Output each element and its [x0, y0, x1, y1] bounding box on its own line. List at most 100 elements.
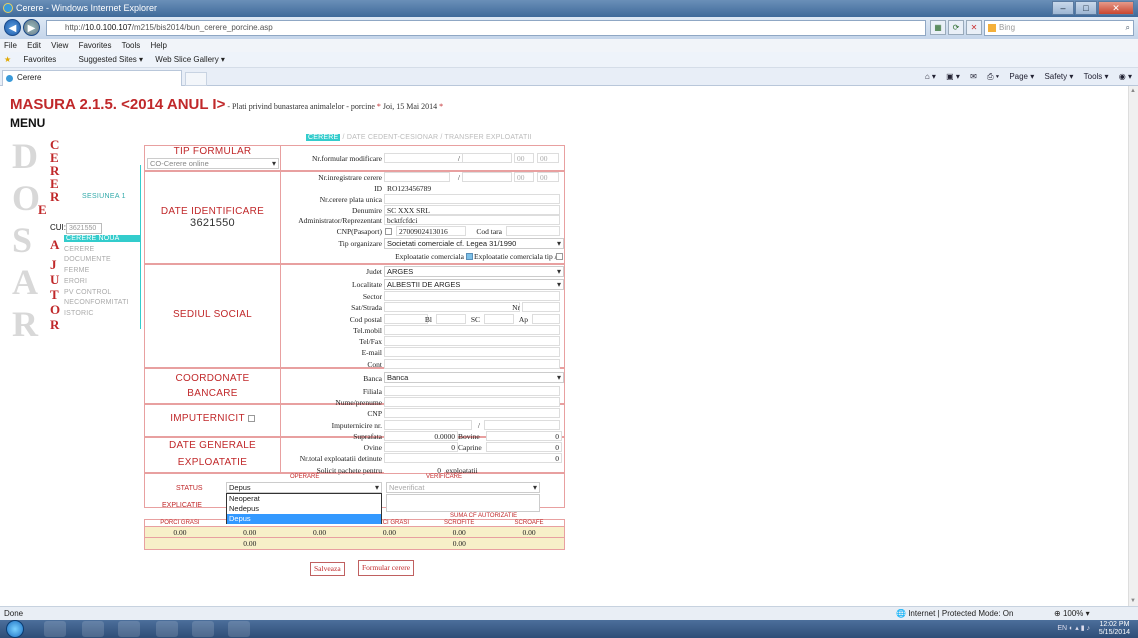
localitate-select[interactable]: ALBESTII DE ARGES [384, 279, 564, 290]
time-mm[interactable]: 00 [537, 153, 559, 163]
start-button[interactable] [6, 620, 24, 638]
cmd-page[interactable]: Page ▾ [1009, 72, 1034, 81]
sidebar-item-cerere[interactable]: CERERE [64, 246, 94, 253]
address-input[interactable]: http://10.0.100.107/m215/bis2014/bun_cer… [46, 20, 926, 36]
imputernicire-nr-input[interactable] [384, 420, 472, 430]
page-scrollbar[interactable] [1128, 86, 1138, 606]
dropdown-option-selected[interactable]: Depus [227, 514, 381, 524]
taskbar-media-icon[interactable] [118, 621, 140, 637]
menu-help[interactable]: Help [151, 41, 167, 50]
imputernicit-nume-input[interactable] [384, 397, 560, 407]
cod-tara-input[interactable] [506, 226, 560, 236]
status-select[interactable]: Depus [226, 482, 382, 493]
tab-cerere-form[interactable]: CERERE [306, 134, 341, 141]
sidebar-item-erori[interactable]: ERORI [64, 278, 87, 285]
dropdown-option[interactable]: Neoperat [227, 494, 381, 504]
verificare-select[interactable]: Neverificat [386, 482, 540, 493]
cnp-input[interactable]: 2700902413016 [396, 226, 466, 236]
favorites-button[interactable]: ★ Favorites [4, 55, 66, 64]
banca-select[interactable]: Banca [384, 372, 564, 383]
home-icon[interactable]: ⌂ ▾ [925, 72, 936, 81]
bl-input[interactable] [436, 314, 466, 324]
fav-web-slice-gallery[interactable]: Web Slice Gallery ▾ [155, 55, 225, 64]
tip-organizare-select[interactable]: Societati comerciale cf. Legea 31/1990 [384, 238, 564, 249]
bovine-input[interactable]: 0 [486, 431, 562, 441]
cmd-safety[interactable]: Safety ▾ [1044, 72, 1073, 81]
imputernicire-date-input[interactable] [484, 420, 560, 430]
tab-cerere[interactable]: Cerere [2, 70, 182, 86]
menu-edit[interactable]: Edit [27, 41, 41, 50]
stop-icon[interactable]: ✕ [966, 20, 982, 35]
tip-formular-select[interactable]: CO-Cerere online [147, 158, 279, 169]
nr-formular-date[interactable] [462, 153, 512, 163]
system-tray[interactable]: EN ◐ ▴ ▮ ♪ [1057, 624, 1090, 632]
taskbar-paint-icon[interactable] [192, 621, 214, 637]
filiala-input[interactable] [384, 386, 560, 396]
sidebar-item-neconformitati[interactable]: NECONFORMITATI [64, 299, 129, 306]
nr-inregistrare-input[interactable] [384, 172, 450, 182]
help-icon[interactable]: ◉ ▾ [1119, 72, 1132, 81]
tel-mobil-input[interactable] [384, 325, 560, 335]
maximize-button[interactable]: □ [1075, 1, 1097, 15]
administrator-input[interactable]: bcktfcfdci [384, 215, 560, 225]
print-icon[interactable]: ⎙ ▾ [987, 72, 999, 81]
sidebar-item-pv-control[interactable]: PV CONTROL [64, 289, 112, 296]
sector-input[interactable] [384, 291, 560, 301]
menu-tools[interactable]: Tools [122, 41, 141, 50]
forward-button[interactable]: ▶ [23, 19, 40, 36]
refresh-icon[interactable]: ⟳ [948, 20, 964, 35]
taskbar-chrome-icon[interactable] [156, 621, 178, 637]
time-mm[interactable]: 00 [537, 172, 559, 182]
search-icon[interactable]: ⌕ [1126, 21, 1130, 35]
compat-view-icon[interactable]: ▦ [930, 20, 946, 35]
menu-file[interactable]: File [4, 41, 17, 50]
sidebar-item-cerere-noua[interactable]: CERERE NOUA [64, 235, 140, 242]
email-input[interactable] [384, 347, 560, 357]
back-button[interactable]: ◀ [4, 19, 21, 36]
menu-view[interactable]: View [51, 41, 68, 50]
imputernicit-cnp-input[interactable] [384, 408, 560, 418]
taskbar-explorer-icon[interactable] [82, 621, 104, 637]
sidebar-item-istoric[interactable]: ISTORIC [64, 310, 94, 317]
zoom-control[interactable]: ⊕ 100% ▾ [1054, 607, 1090, 621]
imputernicit-checkbox[interactable] [247, 414, 255, 422]
tab-date-cedent[interactable]: DATE CEDENT-CESIONAR [347, 134, 438, 141]
mail-icon[interactable]: ✉ [970, 72, 977, 81]
close-button[interactable]: ✕ [1098, 1, 1134, 15]
denumire-input[interactable]: SC XXX SRL [384, 205, 560, 215]
judet-select[interactable]: ARGES [384, 266, 564, 277]
sc-input[interactable] [484, 314, 514, 324]
search-input[interactable]: Bing ⌕ [984, 20, 1134, 36]
sidebar-item-ferme[interactable]: FERME [64, 267, 90, 274]
taskbar-ie-icon[interactable] [44, 621, 66, 637]
plata-unica-input[interactable] [384, 194, 560, 204]
tab-transfer[interactable]: TRANSFER EXPLOATATII [445, 134, 532, 141]
sidebar-item-documente[interactable]: DOCUMENTE [64, 256, 111, 263]
new-tab-button[interactable] [185, 72, 207, 86]
tel-fax-input[interactable] [384, 336, 560, 346]
total-exploatatii-input[interactable]: 0 [384, 453, 562, 463]
time-hh[interactable]: 00 [514, 153, 534, 163]
nr-inregistrare-date[interactable] [462, 172, 512, 182]
ap-input[interactable] [532, 314, 560, 324]
exploatatie-comerciala-checkbox[interactable] [466, 253, 473, 260]
system-clock[interactable]: 12:02 PM 5/15/2014 [1099, 621, 1130, 637]
formular-cerere-button[interactable]: Formular cerere [358, 560, 415, 576]
caprine-input[interactable]: 0 [486, 442, 562, 452]
cmd-tools[interactable]: Tools ▾ [1084, 72, 1109, 81]
suprafata-input[interactable]: 0.0000 [384, 431, 458, 441]
cui-input[interactable] [66, 223, 102, 234]
save-button[interactable]: Salveaza [310, 562, 345, 576]
dropdown-option[interactable]: Nedepus [227, 504, 381, 514]
time-hh[interactable]: 00 [514, 172, 534, 182]
menu-favorites[interactable]: Favorites [79, 41, 112, 50]
nr-input[interactable] [522, 302, 560, 312]
minimize-button[interactable]: – [1052, 1, 1074, 15]
cont-input[interactable] [384, 359, 560, 369]
feeds-icon[interactable]: ▣ ▾ [946, 72, 960, 81]
fav-suggested-sites[interactable]: Suggested Sites ▾ [79, 55, 144, 64]
pasaport-checkbox[interactable] [385, 228, 392, 235]
taskbar-app-icon[interactable] [228, 621, 250, 637]
explicatie-verificare-textarea[interactable] [386, 494, 540, 512]
exploatatie-tip-a-checkbox[interactable] [556, 253, 563, 260]
